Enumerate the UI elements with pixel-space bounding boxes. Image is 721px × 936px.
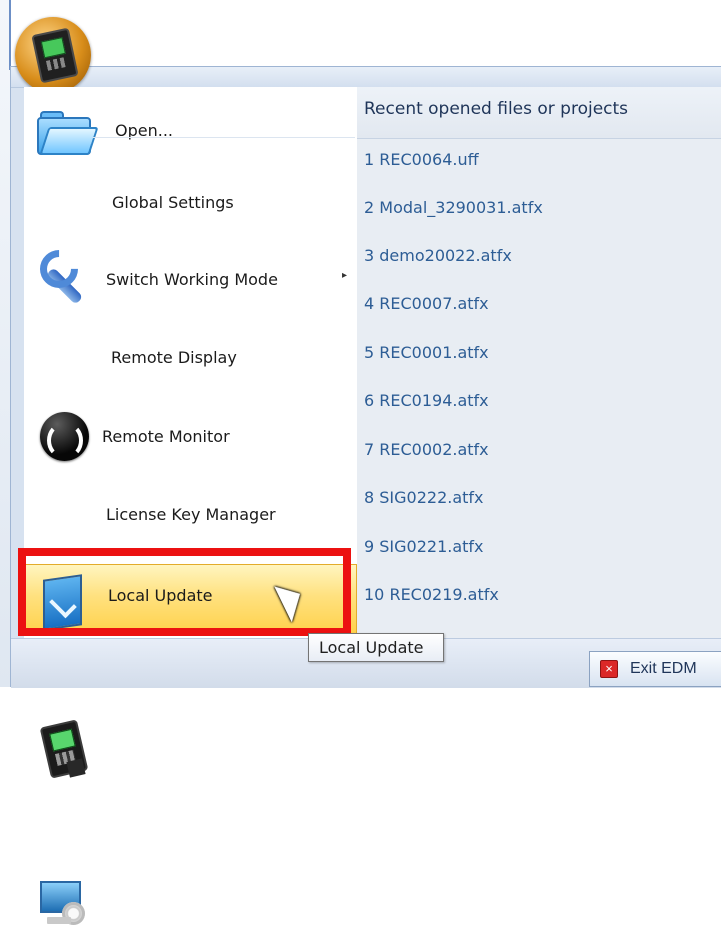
device-screen-icon: [40, 37, 66, 59]
recent-file-link[interactable]: 6 REC0194.atfx: [364, 391, 489, 410]
remote-monitor-menu-item[interactable]: Remote Monitor: [24, 403, 357, 779]
license-base-icon: [47, 917, 71, 924]
device-keypad-icon: [45, 57, 66, 71]
application-menu-button[interactable]: [15, 17, 91, 93]
remote-monitor-label: Remote Monitor: [102, 427, 230, 446]
recent-file-link[interactable]: 8 SIG0222.atfx: [364, 488, 484, 507]
license-key-manager-label: License Key Manager: [106, 505, 276, 524]
exit-edm-label: Exit EDM: [630, 660, 697, 677]
device-orb-icon: [31, 27, 79, 84]
recent-file-link[interactable]: 4 REC0007.atfx: [364, 294, 489, 313]
tooltip-text: Local Update: [319, 638, 424, 657]
recent-file-link[interactable]: 5 REC0001.atfx: [364, 343, 489, 362]
monitor-screen-icon: [49, 728, 76, 752]
recent-files-title: Recent opened files or projects: [364, 99, 629, 119]
global-settings-label: Global Settings: [112, 193, 234, 212]
folder-icon: [34, 109, 99, 156]
submenu-arrow-icon: ▸: [342, 270, 348, 281]
recent-file-link[interactable]: 7 REC0002.atfx: [364, 440, 489, 459]
license-key-icon: [39, 878, 91, 936]
recent-file-link[interactable]: 1 REC0064.uff: [364, 150, 479, 169]
red-highlight-border: [18, 548, 351, 636]
recent-file-link[interactable]: 10 REC0219.atfx: [364, 585, 499, 604]
window-left-accent-line: [9, 0, 11, 70]
switch-working-mode-menu-item[interactable]: Switch Working Mode ▸: [24, 246, 357, 461]
close-icon: ×: [600, 660, 618, 678]
tooltip: Local Update: [308, 633, 444, 662]
recent-files-header: Recent opened files or projects: [357, 87, 721, 139]
recent-file-link[interactable]: 2 Modal_3290031.atfx: [364, 198, 543, 217]
open-separator: [93, 137, 355, 138]
folder-front-icon: [39, 127, 99, 155]
exit-edm-button[interactable]: × Exit EDM: [589, 651, 721, 687]
switch-working-mode-label: Switch Working Mode: [106, 270, 278, 289]
remote-display-label: Remote Display: [111, 348, 237, 367]
license-key-manager-menu-item[interactable]: License Key Manager: [24, 481, 357, 925]
window-left-edge: [0, 0, 10, 687]
menu-top-strip: [11, 67, 721, 88]
remote-display-menu-item[interactable]: Remote Display: [24, 324, 357, 632]
global-settings-menu-item[interactable]: Global Settings: [24, 169, 357, 305]
recent-files-pane: Recent opened files or projects 1 REC006…: [357, 87, 721, 638]
monitor-stand-icon: [66, 758, 86, 778]
remote-monitor-icon: [37, 719, 90, 779]
recent-file-link[interactable]: 3 demo20022.atfx: [364, 246, 512, 265]
open-menu-item[interactable]: Open...: [24, 87, 357, 159]
recent-file-link[interactable]: 9 SIG0221.atfx: [364, 537, 484, 556]
